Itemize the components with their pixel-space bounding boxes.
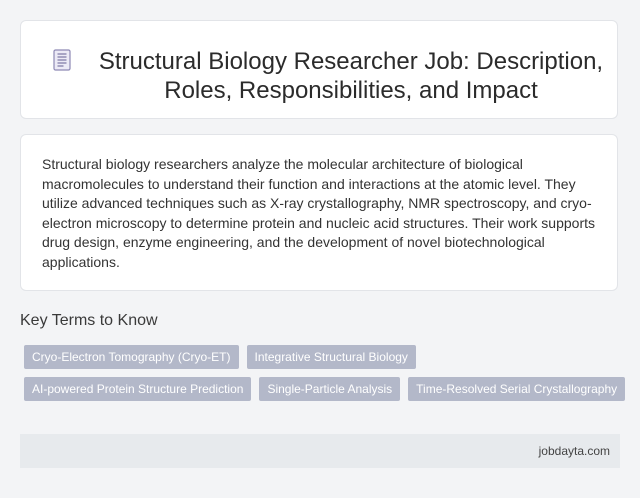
- page-title: Structural Biology Researcher Job: Descr…: [98, 48, 604, 104]
- title-card: Structural Biology Researcher Job: Descr…: [20, 20, 618, 119]
- tag-row: AI-powered Protein Structure Prediction …: [24, 377, 626, 401]
- description-text: Structural biology researchers analyze t…: [42, 156, 595, 270]
- tag-single-particle-analysis[interactable]: Single-Particle Analysis: [259, 377, 401, 401]
- document-icon: [53, 49, 71, 71]
- key-terms-heading: Key Terms to Know: [20, 312, 158, 329]
- tag-time-resolved-serial-crystallography[interactable]: Time-Resolved Serial Crystallography: [408, 377, 626, 401]
- tag-row: Cryo-Electron Tomography (Cryo-ET) Integ…: [24, 345, 624, 369]
- footer-site-name[interactable]: jobdayta.com: [539, 444, 610, 458]
- tag-ai-protein-structure-prediction[interactable]: AI-powered Protein Structure Prediction: [24, 377, 252, 401]
- tag-cryo-electron-tomography[interactable]: Cryo-Electron Tomography (Cryo-ET): [24, 345, 239, 369]
- description-card: Structural biology researchers analyze t…: [20, 134, 618, 291]
- key-terms-list: Cryo-Electron Tomography (Cryo-ET) Integ…: [24, 345, 626, 409]
- tag-integrative-structural-biology[interactable]: Integrative Structural Biology: [246, 345, 416, 369]
- footer: jobdayta.com: [20, 434, 620, 468]
